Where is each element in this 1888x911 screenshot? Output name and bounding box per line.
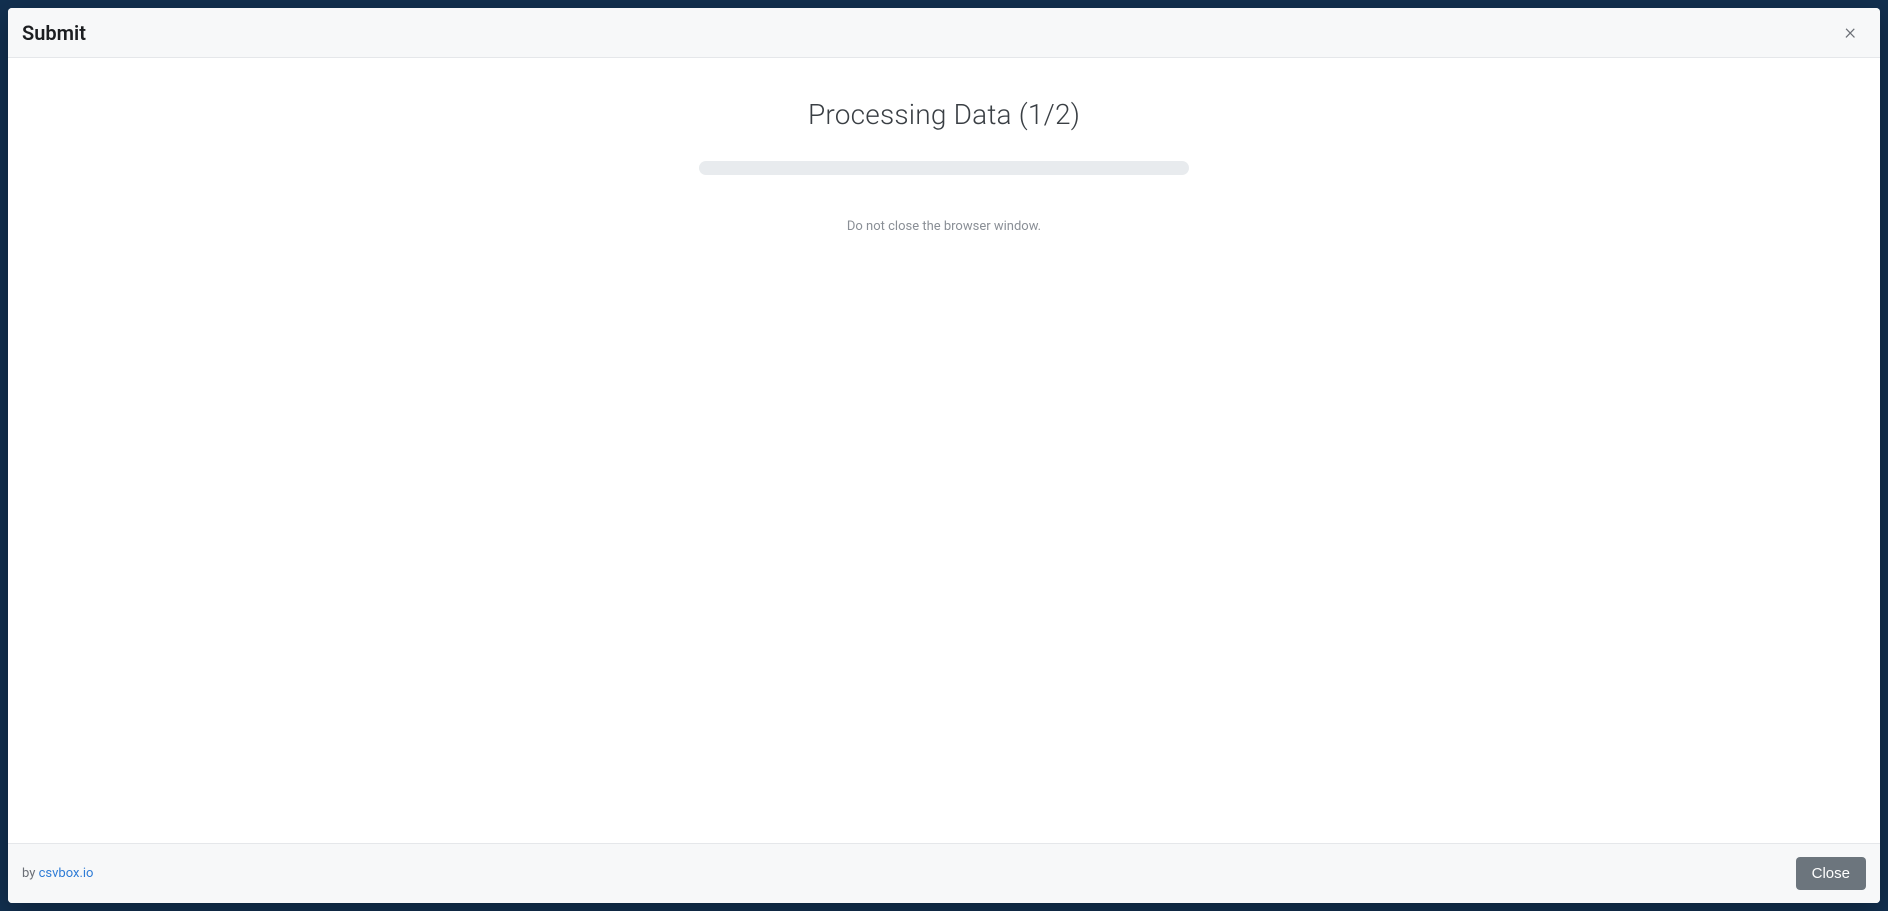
modal-body: Processing Data (1/2) Do not close the b… (8, 58, 1880, 843)
processing-title: Processing Data (1/2) (808, 98, 1080, 131)
close-button[interactable]: Close (1796, 857, 1866, 890)
footer-credit: by csvbox.io (22, 866, 93, 881)
modal-title: Submit (22, 21, 86, 45)
submit-modal: Submit × Processing Data (1/2) Do not cl… (8, 8, 1880, 903)
progress-bar (699, 161, 1189, 175)
footer-by: by (22, 866, 39, 881)
modal-footer: by csvbox.io Close (8, 843, 1880, 903)
close-icon[interactable]: × (1834, 16, 1866, 50)
modal-header: Submit × (8, 8, 1880, 58)
footer-link[interactable]: csvbox.io (39, 866, 94, 881)
processing-hint: Do not close the browser window. (847, 219, 1041, 234)
processing-area: Processing Data (1/2) Do not close the b… (8, 98, 1880, 234)
